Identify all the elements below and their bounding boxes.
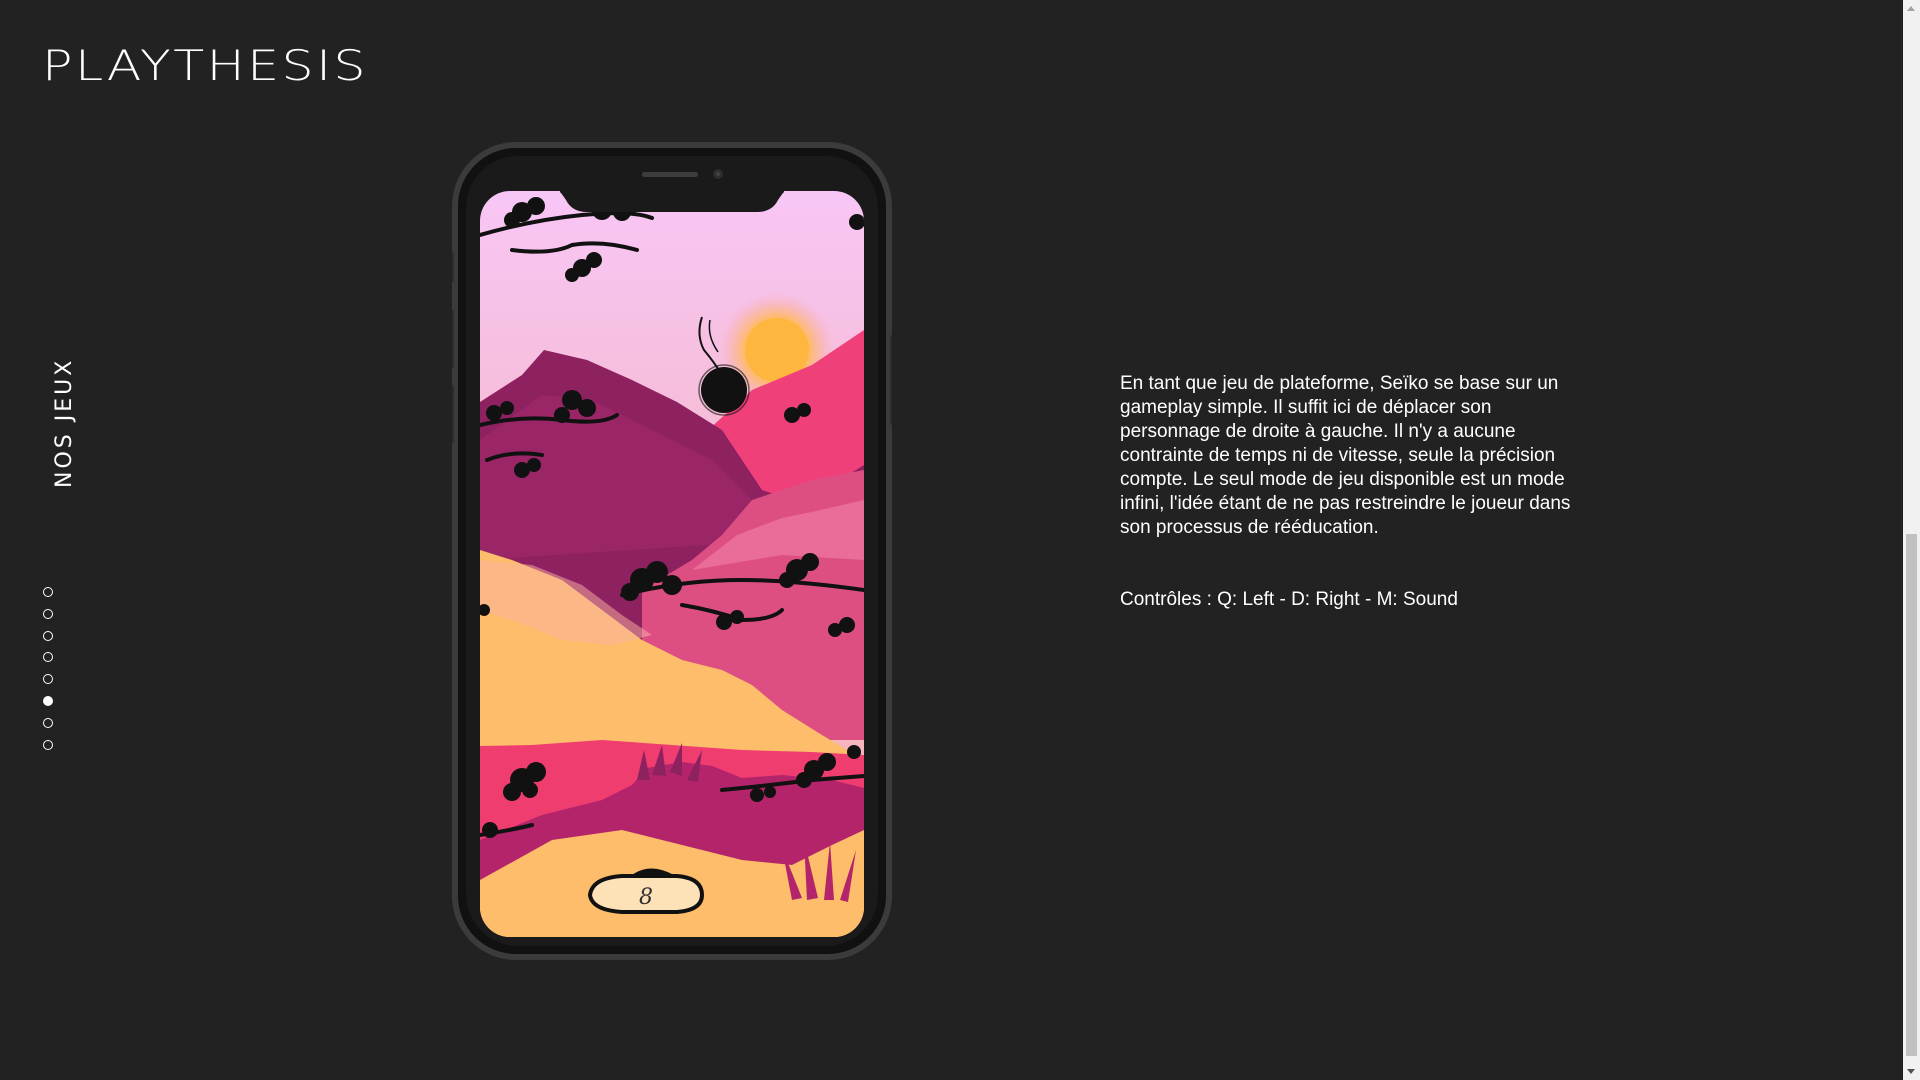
phone-mockup: 8	[452, 142, 892, 960]
scroll-down-arrow-icon[interactable]	[1907, 1069, 1915, 1074]
section-pagination	[43, 587, 57, 761]
logo-text: PLAYTHESIS	[42, 42, 368, 88]
game-screen: 8	[480, 191, 864, 937]
page-scrollbar[interactable]	[1903, 0, 1920, 1080]
scrollbar-thumb[interactable]	[1906, 534, 1917, 1056]
game-controls: Contrôles : Q: Left - D: Right - M: Soun…	[1120, 589, 1458, 610]
pagination-dot-6[interactable]	[43, 695, 53, 706]
scroll-up-arrow-icon[interactable]	[1907, 6, 1915, 11]
game-description-panel: En tant que jeu de plateforme, Seïko se …	[1120, 372, 1590, 612]
section-title: NOS JEUX	[52, 357, 77, 488]
pagination-dot-5[interactable]	[43, 674, 53, 685]
phone-notch	[560, 191, 784, 212]
game-description: En tant que jeu de plateforme, Seïko se …	[1120, 373, 1571, 538]
pagination-dot-4[interactable]	[43, 652, 53, 663]
score-value: 8	[639, 885, 653, 910]
pagination-dot-3[interactable]	[43, 630, 53, 641]
pagination-dot-7[interactable]	[43, 717, 53, 728]
pagination-dot-1[interactable]	[43, 587, 53, 597]
playthesis-logo[interactable]: PLAYTHESIS	[42, 42, 382, 88]
pagination-dot-2[interactable]	[43, 608, 53, 619]
pagination-dot-8[interactable]	[43, 739, 53, 750]
